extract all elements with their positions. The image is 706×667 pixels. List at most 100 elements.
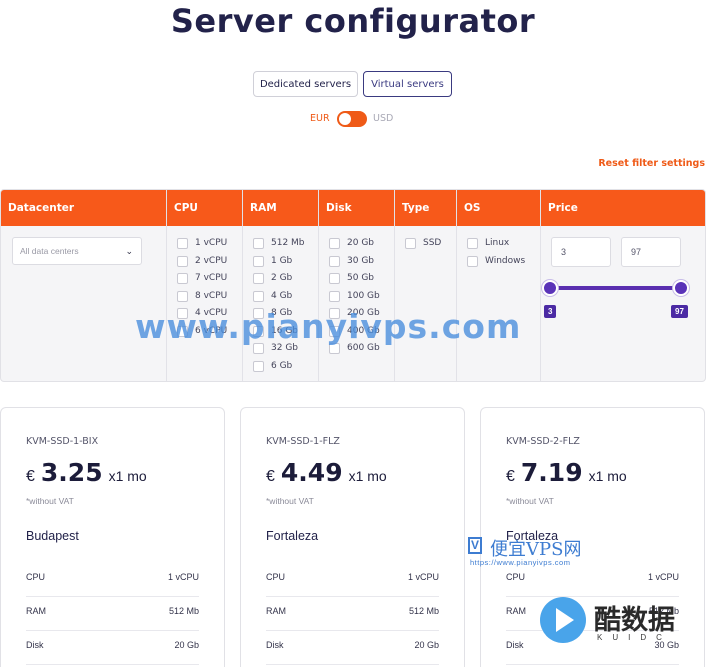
price-max-input[interactable]: 97 [621, 237, 681, 267]
datacenter-select-value: All data centers [20, 246, 79, 256]
currency-eur-label[interactable]: EUR [310, 113, 330, 124]
price-slider-min-handle[interactable] [542, 280, 558, 296]
checkbox[interactable] [253, 272, 264, 284]
price-period: x1 mo [108, 468, 147, 484]
spec-key: CPU [506, 572, 526, 582]
server-name: KVM-SSD-1-BIX [26, 436, 99, 447]
disk-option[interactable]: 100 Gb [329, 290, 380, 302]
checkbox[interactable] [253, 360, 264, 372]
spec-row: CPU 1 vCPU [26, 563, 199, 597]
server-price: € 4.49 x1 mo [266, 458, 387, 487]
spec-row: CPU 1 vCPU [506, 563, 679, 597]
checkbox[interactable] [329, 290, 340, 302]
column-divider [394, 190, 395, 381]
price-min-tag: 3 [544, 305, 557, 318]
option-label: 4 Gb [271, 291, 293, 301]
datacenter-select[interactable]: All data centers ⌄ [12, 237, 142, 265]
vat-note: *without VAT [26, 496, 74, 506]
checkbox[interactable] [177, 272, 188, 284]
watermark-text: www.pianyivps.com [135, 307, 522, 346]
checkbox[interactable] [177, 255, 188, 267]
reset-filter-link[interactable]: Reset filter settings [598, 158, 705, 169]
checkbox[interactable] [467, 237, 478, 249]
spec-row: RAM 512 Mb [266, 597, 439, 631]
checkbox[interactable] [253, 237, 264, 249]
type-option[interactable]: SSD [405, 237, 441, 249]
option-label: 7 vCPU [195, 273, 228, 283]
price-max-tag: 97 [671, 305, 688, 318]
option-label: 100 Gb [347, 291, 380, 301]
filter-header-os: OS [464, 202, 481, 214]
currency-symbol: € [26, 468, 35, 485]
disk-option[interactable]: 50 Gb [329, 272, 374, 284]
spec-row: RAM 512 Mb [26, 597, 199, 631]
spec-value: 20 Gb [414, 640, 439, 650]
checkbox[interactable] [329, 237, 340, 249]
chevron-down-icon: ⌄ [125, 246, 133, 256]
checkbox[interactable] [405, 237, 416, 249]
checkbox[interactable] [467, 255, 478, 267]
currency-symbol: € [266, 468, 275, 485]
price-slider-max-handle[interactable] [673, 280, 689, 296]
watermark-badge-url: https://www.pianyivps.com [470, 558, 571, 567]
tab-virtual-servers[interactable]: Virtual servers [363, 71, 452, 97]
currency-toggle[interactable] [337, 111, 367, 127]
cpu-option[interactable]: 2 vCPU [177, 255, 227, 267]
price-min-input[interactable]: 3 [551, 237, 611, 267]
checkbox[interactable] [253, 255, 264, 267]
server-card[interactable]: KVM-SSD-1-BIX € 3.25 x1 mo *without VAT … [0, 407, 225, 667]
spec-value: 1 vCPU [407, 572, 439, 582]
spec-value: 20 Gb [174, 640, 199, 650]
option-label: 50 Gb [347, 273, 374, 283]
ram-option[interactable]: 512 Mb [253, 237, 305, 249]
checkbox[interactable] [177, 237, 188, 249]
play-icon [556, 608, 574, 632]
filter-header-disk: Disk [326, 202, 352, 214]
spec-key: Disk [266, 640, 284, 650]
filter-header-price: Price [548, 202, 578, 214]
disk-option[interactable]: 20 Gb [329, 237, 374, 249]
os-option[interactable]: Windows [467, 255, 525, 267]
disk-option[interactable]: 30 Gb [329, 255, 374, 267]
ram-option[interactable]: 6 Gb [253, 360, 292, 372]
cpu-option[interactable]: 7 vCPU [177, 272, 227, 284]
option-label: 2 Gb [271, 273, 293, 283]
checkbox[interactable] [329, 272, 340, 284]
server-price: € 7.19 x1 mo [506, 458, 627, 487]
page-title: Server configurator [170, 2, 536, 40]
option-label: 512 Mb [271, 238, 305, 248]
cpu-option[interactable]: 1 vCPU [177, 237, 227, 249]
option-label: 20 Gb [347, 238, 374, 248]
option-label: Windows [485, 256, 526, 266]
option-label: Linux [485, 238, 510, 248]
ram-option[interactable]: 4 Gb [253, 290, 292, 302]
spec-key: RAM [506, 606, 526, 616]
checkbox[interactable] [329, 255, 340, 267]
price-period: x1 mo [588, 468, 627, 484]
spec-value: 1 vCPU [167, 572, 199, 582]
os-option[interactable]: Linux [467, 237, 509, 249]
spec-row: Disk 20 Gb [26, 631, 199, 665]
watermark-logo-text: 酷数据 [594, 605, 675, 635]
filter-header-datacenter: Datacenter [8, 202, 75, 214]
column-divider [540, 190, 541, 381]
option-label: 6 Gb [271, 361, 293, 371]
currency-usd-label[interactable]: USD [373, 113, 393, 124]
checkbox[interactable] [177, 290, 188, 302]
price-slider-track[interactable] [550, 286, 682, 290]
watermark-badge-icon: V [468, 537, 482, 554]
tab-dedicated-servers[interactable]: Dedicated servers [253, 71, 358, 97]
server-card[interactable]: KVM-SSD-1-FLZ € 4.49 x1 mo *without VAT … [240, 407, 465, 667]
spec-key: RAM [266, 606, 286, 616]
server-name: KVM-SSD-2-FLZ [506, 436, 580, 447]
spec-key: RAM [26, 606, 46, 616]
cpu-option[interactable]: 8 vCPU [177, 290, 227, 302]
spec-row: CPU 1 vCPU [266, 563, 439, 597]
ram-option[interactable]: 2 Gb [253, 272, 292, 284]
column-divider [166, 190, 167, 381]
ram-option[interactable]: 1 Gb [253, 255, 292, 267]
spec-value: 1 vCPU [647, 572, 679, 582]
filter-header-type: Type [402, 202, 430, 214]
checkbox[interactable] [253, 290, 264, 302]
option-label: 1 Gb [271, 256, 293, 266]
